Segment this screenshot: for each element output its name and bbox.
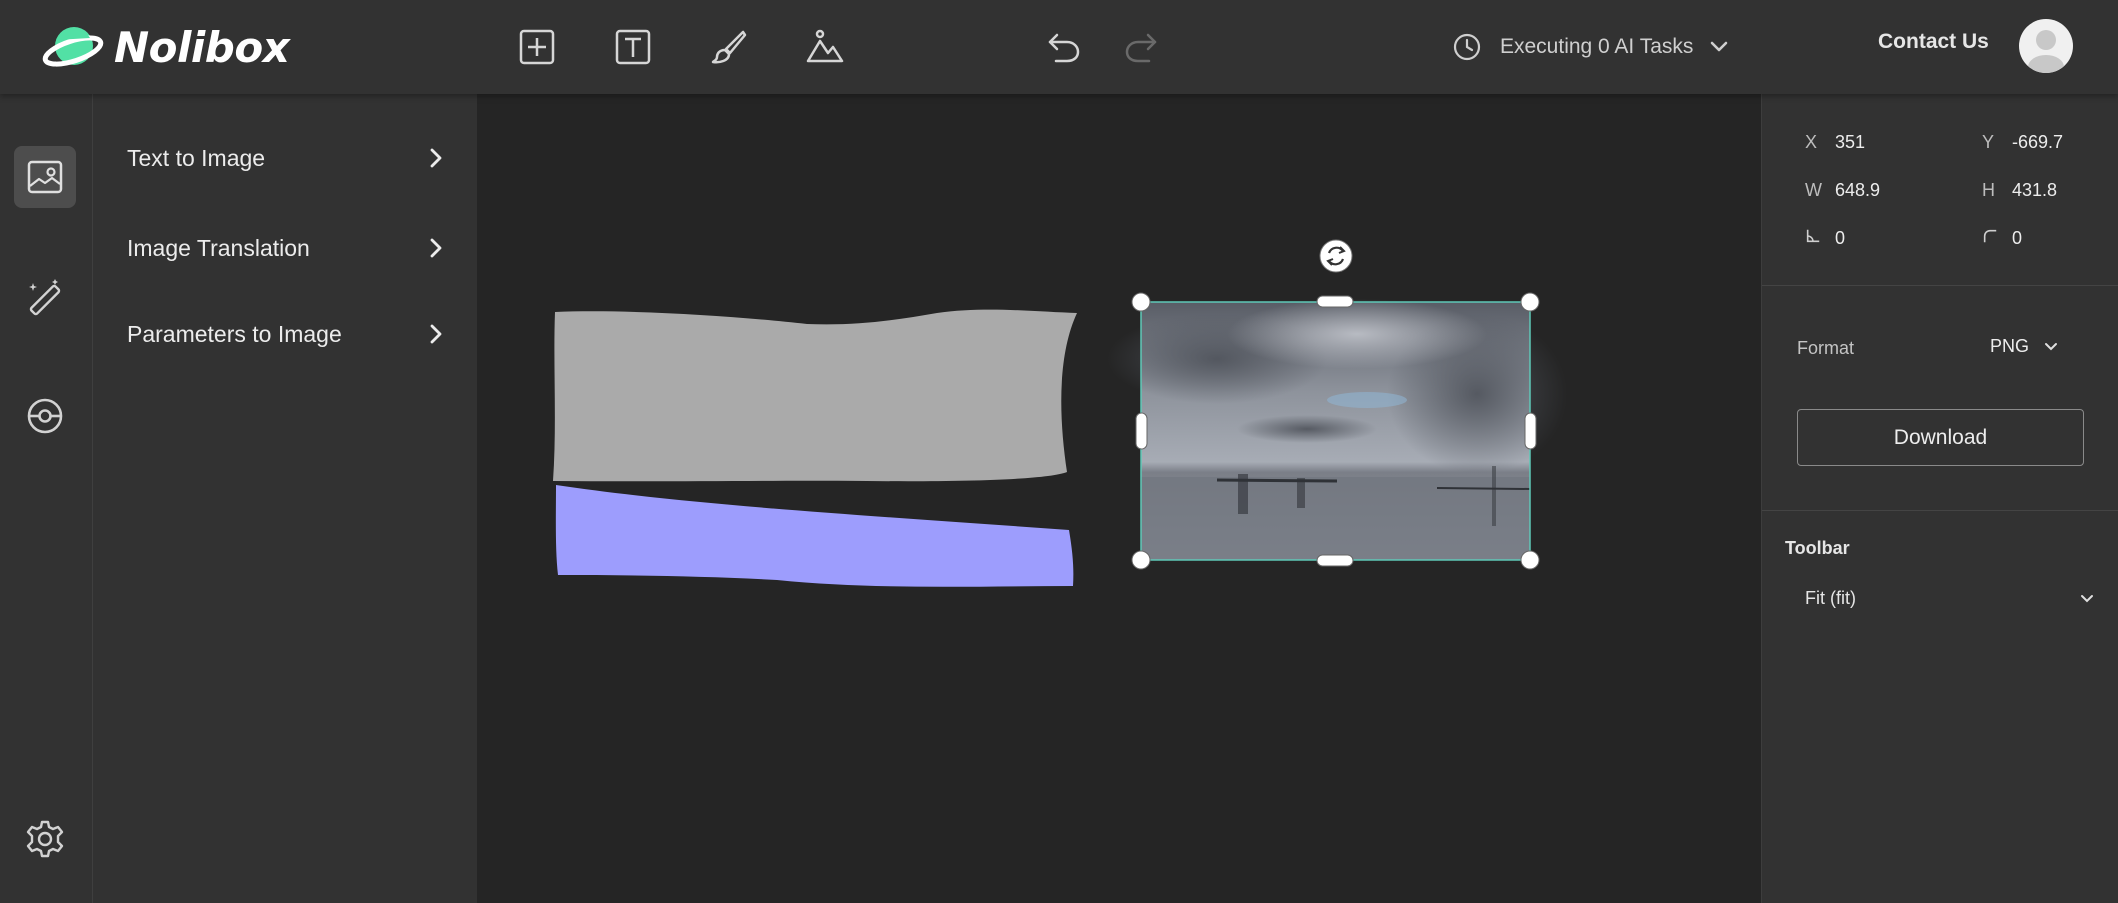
menu-item-parameters-to-image[interactable]: Parameters to Image [127,310,447,358]
radius-value: 0 [2012,228,2023,248]
redo-button[interactable] [1118,24,1164,70]
ai-tasks-label: Executing 0 AI Tasks [1500,35,1694,58]
download-button[interactable]: Download [1797,409,2084,466]
menu-item-label: Text to Image [127,144,266,171]
divider [1762,510,2118,511]
pokeball-icon [27,398,63,434]
brush-tool-button[interactable] [706,24,752,70]
text-tool-button[interactable] [610,24,656,70]
image-icon [806,29,844,63]
properties-panel: X 351 Y -669.7 W 648.9 H 431.8 0 0 Forma… [1761,94,2118,903]
brush-icon [711,30,747,64]
fit-mode-value: Fit (fit) [1805,588,1856,608]
text-icon [615,29,651,65]
app-name: Nolibox [114,22,290,72]
fit-mode-select[interactable]: Fit (fit) [1805,588,2095,609]
rail-pokeball-button[interactable] [14,385,76,447]
w-label: W [1805,180,1822,200]
format-value: PNG [1990,336,2030,356]
chevron-down-icon [2045,342,2058,350]
menu-item-text-to-image[interactable]: Text to Image [127,134,447,182]
drawing-canvas[interactable] [477,94,1761,903]
h-value: 431.8 [2012,180,2058,200]
contact-us-link[interactable]: Contact Us [1878,30,1989,54]
generation-menu: Text to Image Image Translation Paramete… [93,94,477,903]
radius-field[interactable]: 0 [1982,228,2022,249]
x-label: X [1805,132,1818,152]
y-field[interactable]: Y -669.7 [1982,132,2063,153]
undo-icon [1048,33,1080,63]
skew-field[interactable]: 0 [1805,228,1845,249]
resize-handle-left[interactable] [1135,412,1148,450]
toolbar-title: Toolbar [1785,538,1850,558]
skew-icon [1805,228,1835,249]
divider [1762,285,2118,286]
y-value: -669.7 [2012,132,2064,152]
canvas-layer [553,239,1567,587]
menu-item-image-translation[interactable]: Image Translation [127,224,447,272]
format-select[interactable]: PNG [1990,336,2059,357]
menu-item-label: Image Translation [127,234,310,261]
avatar[interactable] [2019,19,2073,73]
format-label: Format [1797,338,1855,358]
image-tool-button[interactable] [802,24,848,70]
resize-handle-top[interactable] [1316,295,1354,308]
magic-wand-icon [29,279,61,316]
landscape-photo[interactable] [1107,299,1567,560]
top-header: Nolibox Executing 0 AI Tasks Contact Us [0,0,2118,94]
logo: Nolibox [42,20,290,74]
image-panel-icon [27,160,63,194]
skew-value: 0 [1835,228,1846,248]
rail-magic-button[interactable] [14,266,76,328]
redo-icon [1125,33,1157,63]
corner-radius-icon [1982,228,2012,249]
left-icon-rail [0,94,93,903]
rail-settings-button[interactable] [14,808,76,870]
y-label: Y [1982,132,1995,152]
rotate-handle[interactable] [1319,239,1353,273]
add-icon [519,29,555,65]
rail-image-button[interactable] [14,146,76,208]
resize-handle-bottom[interactable] [1316,554,1354,567]
add-tool-button[interactable] [514,24,560,70]
x-value: 351 [1835,132,1866,152]
w-field[interactable]: W 648.9 [1805,180,1880,201]
menu-item-label: Parameters to Image [127,320,342,347]
undo-button[interactable] [1041,24,1087,70]
user-icon [2028,30,2064,73]
chevron-down-icon [1711,41,1728,52]
clock-icon [1453,33,1481,61]
gray-sketch-shape[interactable] [553,309,1077,482]
resize-handle-top-right[interactable] [1520,292,1540,312]
h-field[interactable]: H 431.8 [1982,180,2057,201]
chevron-right-icon [430,324,442,344]
resize-handle-top-left[interactable] [1131,292,1151,312]
x-field[interactable]: X 351 [1805,132,1865,153]
chevron-right-icon [430,238,442,258]
w-value: 648.9 [1835,180,1881,200]
resize-handle-bottom-right[interactable] [1520,550,1540,570]
resize-handle-right[interactable] [1524,412,1537,450]
purple-sketch-shape[interactable] [555,485,1074,587]
chevron-right-icon [430,148,442,168]
planet-logo-icon [42,27,104,67]
resize-handle-bottom-left[interactable] [1131,550,1151,570]
h-label: H [1982,180,1995,200]
chevron-down-icon [2081,594,2093,602]
settings-icon [26,820,64,858]
ai-tasks-dropdown[interactable]: Executing 0 AI Tasks [1452,26,1729,68]
